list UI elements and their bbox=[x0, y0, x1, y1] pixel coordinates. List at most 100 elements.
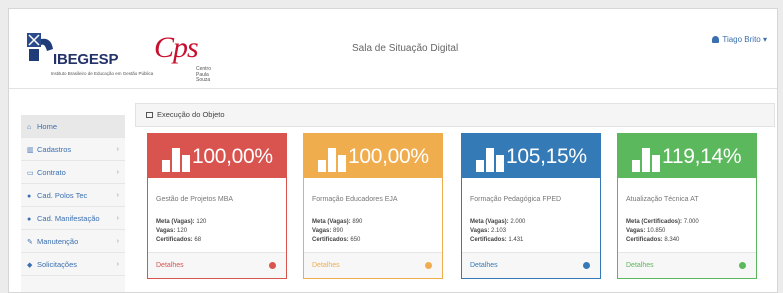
cert-label: Certificados: bbox=[470, 237, 507, 243]
document-icon: ▭ bbox=[27, 170, 34, 177]
ibegesp-wordmark: IBEGESP bbox=[53, 51, 119, 68]
meta-label: Meta (Certificados): bbox=[626, 219, 683, 225]
sidebar-item-polos[interactable]: ● Cad. Polos Tec › bbox=[21, 184, 125, 207]
group-icon: ● bbox=[27, 216, 32, 223]
chevron-right-icon: › bbox=[116, 169, 119, 176]
sidebar-item-label: Cad. Polos Tec bbox=[37, 191, 88, 200]
card-header: 105,15% bbox=[462, 134, 600, 178]
sidebar-item-label: Cadastros bbox=[37, 145, 72, 154]
users-icon: ● bbox=[27, 193, 32, 200]
meta-label: Meta (Vagas): bbox=[156, 219, 195, 225]
card-percent: 119,14% bbox=[662, 145, 742, 168]
card-meta: Meta (Vagas): 120 Vagas: 120 Certificado… bbox=[156, 218, 206, 245]
sidebar-item-manifestacao[interactable]: ● Cad. Manifestação › bbox=[21, 207, 125, 230]
vagas-value: 120 bbox=[177, 228, 188, 234]
bar-chart-icon bbox=[162, 148, 192, 172]
details-link[interactable]: Detalhes bbox=[148, 252, 286, 278]
vagas-label: Vagas: bbox=[626, 228, 646, 234]
sidebar: ⌂ Home ▥ Cadastros › ▭ Contrato › ● Cad. Polos… bbox=[21, 115, 125, 292]
sidebar-item-cadastros[interactable]: ▥ Cadastros › bbox=[21, 138, 125, 161]
chevron-right-icon: › bbox=[116, 261, 119, 268]
details-label: Detalhes bbox=[626, 262, 654, 269]
arrow-circle-icon bbox=[425, 262, 432, 269]
card-name: Gestão de Projetos MBA bbox=[156, 196, 234, 203]
card-name: Atualização Técnica AT bbox=[626, 196, 699, 203]
panel-title: Execução do Objeto bbox=[157, 110, 225, 119]
cert-value: 1.431 bbox=[508, 237, 524, 243]
home-icon: ⌂ bbox=[27, 124, 32, 131]
cps-wordmark: Cps bbox=[154, 31, 199, 64]
sidebar-item-home[interactable]: ⌂ Home bbox=[21, 115, 125, 138]
card-meta: Meta (Vagas): 890 Vagas: 890 Certificado… bbox=[312, 218, 362, 245]
app-title: Sala de Situação Digital bbox=[352, 43, 459, 54]
cps-subtitle: Centro Paula Souza bbox=[196, 66, 212, 83]
cert-label: Certificados: bbox=[156, 237, 193, 243]
panel-heading: Execução do Objeto bbox=[135, 103, 775, 127]
card-name: Formação Pedagógica FPED bbox=[470, 196, 562, 203]
sidebar-item-label: Cad. Manifestação bbox=[37, 214, 100, 223]
cps-logo[interactable]: Cps Centro Paula Souza bbox=[154, 31, 224, 83]
sidebar-item-label: Contrato bbox=[37, 168, 66, 177]
card-header: 100,00% bbox=[148, 134, 286, 178]
vagas-value: 2.103 bbox=[491, 228, 507, 234]
cert-value: 68 bbox=[194, 237, 202, 243]
user-icon bbox=[712, 36, 720, 43]
ibegesp-logo[interactable]: IBEGESP Instituto Brasileiro de Educação… bbox=[25, 31, 153, 87]
tag-icon: ◆ bbox=[27, 262, 33, 269]
user-menu[interactable]: Tiago Brito ▾ bbox=[712, 35, 767, 44]
card-atualizacao-tecnica: 119,14% Atualização Técnica AT Meta (Cer… bbox=[617, 133, 757, 279]
details-link[interactable]: Detalhes bbox=[618, 252, 756, 278]
details-label: Detalhes bbox=[312, 262, 340, 269]
chevron-right-icon: › bbox=[116, 238, 119, 245]
meta-label: Meta (Vagas): bbox=[312, 219, 351, 225]
caret-down-icon: ▾ bbox=[760, 35, 767, 44]
details-label: Detalhes bbox=[156, 262, 184, 269]
card-meta: Meta (Vagas): 2.000 Vagas: 2.103 Certifi… bbox=[470, 218, 525, 245]
meta-value: 7.000 bbox=[683, 219, 699, 225]
card-percent: 105,15% bbox=[506, 145, 587, 168]
meta-value: 120 bbox=[196, 219, 207, 225]
details-link[interactable]: Detalhes bbox=[462, 252, 600, 278]
app-window: IBEGESP Instituto Brasileiro de Educação… bbox=[8, 8, 778, 293]
meta-value: 890 bbox=[352, 219, 363, 225]
sidebar-item-label: Solicitações bbox=[37, 260, 78, 269]
sidebar-item-manutencao[interactable]: ✎ Manutenção › bbox=[21, 230, 125, 253]
vagas-label: Vagas: bbox=[470, 228, 490, 234]
bar-chart-icon bbox=[318, 148, 348, 172]
chart-icon: ▥ bbox=[27, 147, 34, 154]
card-formacao-pedagogica: 105,15% Formação Pedagógica FPED Meta (V… bbox=[461, 133, 601, 279]
bar-chart-icon bbox=[632, 148, 662, 172]
card-formacao-eja: 100,00% Formação Educadores EJA Meta (Va… bbox=[303, 133, 443, 279]
details-link[interactable]: Detalhes bbox=[304, 252, 442, 278]
chevron-right-icon: › bbox=[116, 215, 119, 222]
sidebar-item-label: Home bbox=[37, 122, 58, 131]
arrow-circle-icon bbox=[739, 262, 746, 269]
bar-chart-icon bbox=[476, 148, 506, 172]
vagas-label: Vagas: bbox=[156, 228, 176, 234]
cert-value: 650 bbox=[350, 237, 361, 243]
user-name: Tiago Brito bbox=[722, 35, 761, 44]
chevron-right-icon: › bbox=[116, 146, 119, 153]
card-header: 119,14% bbox=[618, 134, 756, 178]
vagas-label: Vagas: bbox=[312, 228, 332, 234]
card-header: 100,00% bbox=[304, 134, 442, 178]
vagas-value: 890 bbox=[333, 228, 344, 234]
cert-label: Certificados: bbox=[626, 237, 663, 243]
wrench-icon: ✎ bbox=[27, 239, 33, 246]
sidebar-item-contrato[interactable]: ▭ Contrato › bbox=[21, 161, 125, 184]
page-header: IBEGESP Instituto Brasileiro de Educação… bbox=[9, 9, 777, 89]
meta-value: 2.000 bbox=[510, 219, 526, 225]
vagas-value: 10.850 bbox=[647, 228, 666, 234]
sidebar-item-solicitacoes[interactable]: ◆ Solicitações › bbox=[21, 253, 125, 276]
card-percent: 100,00% bbox=[348, 145, 429, 168]
chevron-right-icon: › bbox=[116, 192, 119, 199]
sidebar-item-label: Manutenção bbox=[37, 237, 79, 246]
panel-icon bbox=[146, 112, 153, 118]
arrow-circle-icon bbox=[583, 262, 590, 269]
card-percent: 100,00% bbox=[192, 145, 273, 168]
ibegesp-subtitle: Instituto Brasileiro de Educação em Gest… bbox=[50, 71, 154, 76]
arrow-circle-icon bbox=[269, 262, 276, 269]
card-meta: Meta (Certificados): 7.000 Vagas: 10.850… bbox=[626, 218, 699, 245]
cert-label: Certificados: bbox=[312, 237, 349, 243]
card-gestao-projetos: 100,00% Gestão de Projetos MBA Meta (Vag… bbox=[147, 133, 287, 279]
